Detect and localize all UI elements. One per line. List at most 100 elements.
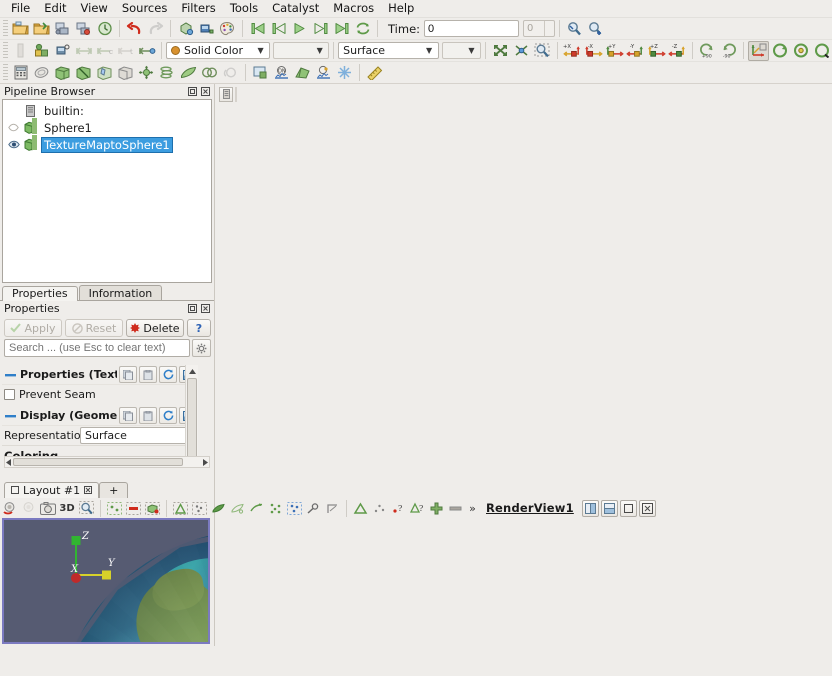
last-frame-icon[interactable] <box>331 19 352 39</box>
rescale-visible-icon[interactable] <box>136 41 157 61</box>
time-input[interactable] <box>424 20 520 37</box>
zoom-to-box-icon[interactable] <box>585 19 606 39</box>
minus-y-icon[interactable]: -Y <box>625 41 646 61</box>
tab-information[interactable]: Information <box>78 285 163 300</box>
clip-icon[interactable] <box>52 63 73 83</box>
zoom-icon[interactable] <box>304 498 323 518</box>
add-icon[interactable] <box>427 498 446 518</box>
close-icon[interactable] <box>200 303 211 314</box>
menu-catalyst[interactable]: Catalyst <box>265 0 326 17</box>
open-file-icon[interactable] <box>10 19 31 39</box>
layout-tab-1[interactable]: Layout #1 <box>4 482 100 498</box>
render-scene[interactable]: Z Y X <box>4 520 208 642</box>
undo-camera-icon[interactable] <box>94 19 115 39</box>
reset-select-icon[interactable] <box>323 498 342 518</box>
plot-data-icon[interactable] <box>292 63 313 83</box>
close-icon[interactable] <box>84 484 93 497</box>
pipeline-item-builtin[interactable]: builtin: <box>3 102 211 119</box>
group-datasets-icon[interactable] <box>199 63 220 83</box>
tab-properties[interactable]: Properties <box>2 286 78 301</box>
apply-button[interactable]: Apply <box>4 319 62 337</box>
toolbar-grip[interactable] <box>3 64 8 81</box>
scrollbar-thumb[interactable] <box>13 458 183 466</box>
delete-button[interactable]: Delete <box>126 319 184 337</box>
properties-horizontal-scrollbar[interactable] <box>4 456 210 468</box>
slice-icon[interactable] <box>73 63 94 83</box>
progress-icon[interactable] <box>219 86 233 102</box>
scalar-bar-icon[interactable] <box>10 41 31 61</box>
coloring-array-combo[interactable]: Solid Color ▼ <box>166 42 271 59</box>
menu-macros[interactable]: Macros <box>326 0 381 17</box>
select-custom-icon[interactable] <box>285 498 304 518</box>
reset-button[interactable]: Reset <box>65 319 123 337</box>
zoom-to-data-icon[interactable] <box>564 19 585 39</box>
extract-level-icon[interactable] <box>220 63 241 83</box>
undock-icon[interactable] <box>187 303 198 314</box>
rescale-custom-icon[interactable] <box>52 41 73 61</box>
timestep-spinbox[interactable]: 0 <box>523 20 556 37</box>
play-icon[interactable] <box>289 19 310 39</box>
ruler-icon[interactable] <box>364 63 385 83</box>
section-properties-texture[interactable]: Properties (Texture <box>2 365 198 384</box>
properties-vertical-scrollbar[interactable] <box>185 365 198 468</box>
undo-icon[interactable] <box>124 19 145 39</box>
calculator-icon[interactable] <box>10 63 31 83</box>
threshold-icon[interactable] <box>94 63 115 83</box>
scrollbar-thumb[interactable] <box>187 378 197 468</box>
minus-z-icon[interactable]: -Z <box>667 41 688 61</box>
orientation-axes-icon[interactable] <box>769 41 790 61</box>
camera-redo-icon[interactable] <box>19 498 38 518</box>
visibility-visible-icon[interactable] <box>5 140 22 149</box>
restore-defaults-icon[interactable] <box>159 407 177 424</box>
select-points-icon[interactable] <box>105 498 124 518</box>
collapse-icon[interactable] <box>3 373 18 377</box>
pick-center-icon[interactable] <box>175 19 196 39</box>
rotation-center-icon[interactable] <box>790 41 811 61</box>
split-vertical-icon[interactable] <box>600 499 618 517</box>
next-frame-icon[interactable] <box>310 19 331 39</box>
plot-over-line-icon[interactable] <box>250 63 271 83</box>
color-legend-icon[interactable] <box>31 41 52 61</box>
orientation-axes-widget[interactable]: Z Y X <box>62 531 122 587</box>
toolbar-grip[interactable] <box>3 42 8 59</box>
maximize-icon[interactable] <box>619 499 637 517</box>
undock-icon[interactable] <box>187 86 198 97</box>
glyph-icon[interactable] <box>136 63 157 83</box>
stream-tracer-icon[interactable] <box>157 63 178 83</box>
menu-filters[interactable]: Filters <box>174 0 222 17</box>
zoom-box-icon[interactable] <box>77 498 96 518</box>
hover-points-icon[interactable] <box>228 498 247 518</box>
screenshot-icon[interactable] <box>38 498 57 518</box>
array-component-combo[interactable]: ▼ <box>273 42 330 59</box>
scroll-up-icon[interactable] <box>186 365 198 377</box>
remove-icon[interactable] <box>446 498 465 518</box>
rotate-minus-90-icon[interactable]: -90 <box>718 41 739 61</box>
toolbar-grip[interactable] <box>3 20 8 37</box>
change-center-icon[interactable] <box>196 19 217 39</box>
scroll-left-icon[interactable] <box>6 456 11 469</box>
zoom-closest-icon[interactable] <box>511 41 532 61</box>
plus-y-icon[interactable]: +Y <box>604 41 625 61</box>
interactive-select-icon[interactable] <box>209 498 228 518</box>
camera-undo-icon[interactable] <box>0 498 19 518</box>
paste-icon[interactable] <box>139 366 157 383</box>
contour-icon[interactable] <box>31 63 52 83</box>
split-horizontal-icon[interactable] <box>581 499 599 517</box>
warp-icon[interactable] <box>178 63 199 83</box>
menu-view[interactable]: View <box>74 0 115 17</box>
rescale-data-range-icon[interactable] <box>73 41 94 61</box>
rotate-plus-90-icon[interactable]: +90 <box>697 41 718 61</box>
more-icon[interactable]: » <box>465 498 480 518</box>
plot-selection-icon[interactable]: ON <box>271 63 292 83</box>
paste-icon[interactable] <box>139 407 157 424</box>
visibility-hidden-icon[interactable] <box>5 123 22 132</box>
close-icon[interactable] <box>638 499 656 517</box>
query-point-icon[interactable]: ? <box>389 498 408 518</box>
copy-icon[interactable] <box>119 407 137 424</box>
gear-icon[interactable] <box>192 339 211 357</box>
collapse-icon[interactable] <box>3 414 18 418</box>
previous-frame-icon[interactable] <box>268 19 289 39</box>
render-view[interactable]: Z Y X <box>2 518 210 644</box>
center-axes-icon[interactable] <box>748 40 769 61</box>
rescale-over-time-icon[interactable]: t <box>115 41 136 61</box>
